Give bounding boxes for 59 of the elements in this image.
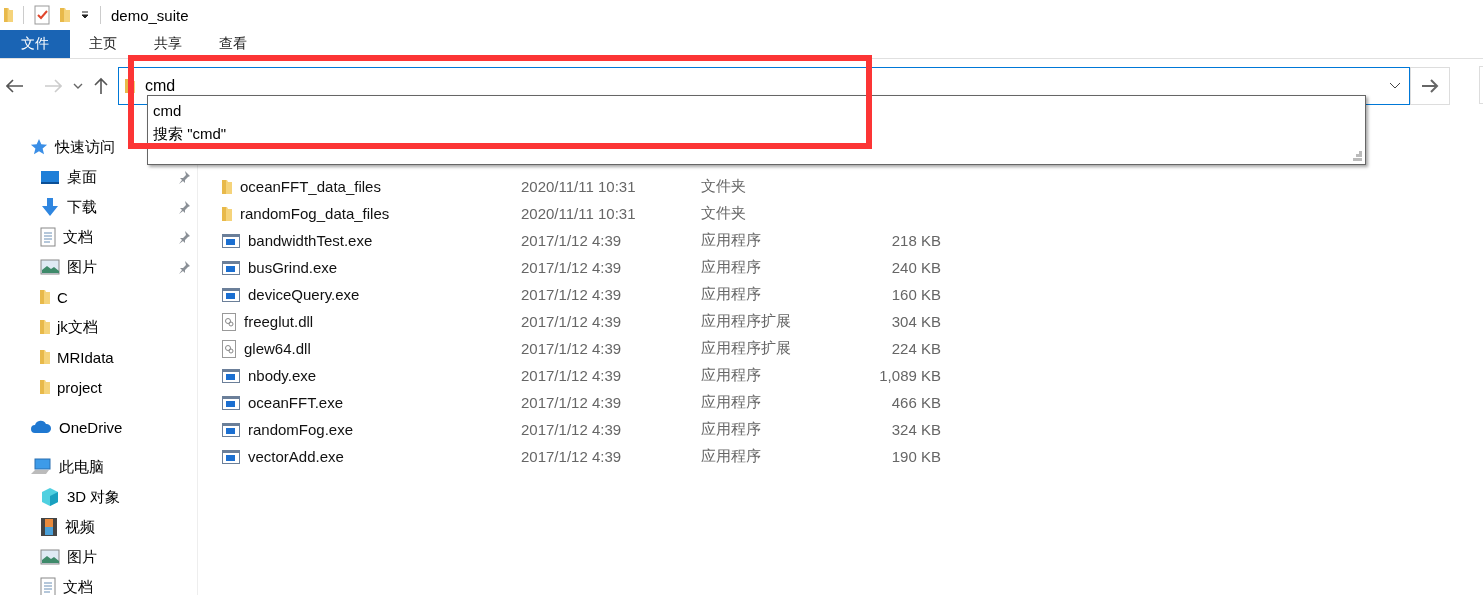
- file-name: glew64.dll: [244, 340, 311, 357]
- file-size: 224 KB: [890, 340, 941, 357]
- file-size: 218 KB: [890, 232, 941, 249]
- sidebar-label: 视频: [65, 517, 95, 537]
- sidebar-label: C: [57, 288, 68, 306]
- sidebar-label: 下载: [67, 197, 97, 217]
- file-name: randomFog_data_files: [240, 205, 390, 222]
- file-name: oceanFFT_data_files: [240, 178, 381, 195]
- file-size: 466 KB: [890, 394, 941, 411]
- file-date: 2020/11/11 10:31: [521, 178, 637, 195]
- file-name: freeglut.dll: [244, 313, 314, 330]
- sidebar-label: 文档: [63, 227, 93, 247]
- file-size: 304 KB: [890, 313, 941, 330]
- file-name: vectorAdd.exe: [248, 448, 344, 465]
- file-name: bandwidthTest.exe: [248, 232, 373, 249]
- sidebar-label: 3D 对象: [67, 487, 121, 507]
- file-type: 应用程序: [701, 258, 762, 277]
- file-name: randomFog.exe: [248, 421, 354, 438]
- file-name: oceanFFT.exe: [248, 394, 344, 411]
- file-size: 1,089 KB: [878, 367, 941, 384]
- file-date: 2017/1/12 4:39: [521, 259, 623, 276]
- file-size: 190 KB: [890, 448, 941, 465]
- sidebar-label: MRIdata: [57, 348, 114, 366]
- file-type: 应用程序: [701, 231, 762, 250]
- file-type: 应用程序: [701, 447, 762, 466]
- file-date: 2020/11/11 10:31: [521, 205, 637, 222]
- sidebar-label: 此电脑: [59, 457, 104, 477]
- sidebar-label: 图片: [67, 257, 97, 277]
- sidebar-label: 桌面: [67, 167, 97, 187]
- file-type: 应用程序: [701, 420, 762, 439]
- file-date: 2017/1/12 4:39: [521, 367, 623, 384]
- file-name: deviceQuery.exe: [248, 286, 360, 303]
- file-type: 文件夹: [701, 177, 747, 196]
- file-type: 应用程序: [701, 285, 762, 304]
- file-date: 2017/1/12 4:39: [521, 394, 623, 411]
- address-value: cmd: [145, 77, 177, 95]
- file-name: busGrind.exe: [248, 259, 338, 276]
- file-date: 2017/1/12 4:39: [521, 421, 623, 438]
- file-type: 文件夹: [701, 204, 747, 223]
- file-size: 160 KB: [890, 286, 941, 303]
- file-date: 2017/1/12 4:39: [521, 448, 623, 465]
- sidebar-label: 图片: [67, 547, 97, 567]
- file-date: 2017/1/12 4:39: [521, 232, 623, 249]
- file-date: 2017/1/12 4:39: [521, 313, 623, 330]
- sidebar-label: project: [57, 378, 103, 396]
- sidebar-label: OneDrive: [59, 418, 123, 436]
- file-date: 2017/1/12 4:39: [521, 286, 623, 303]
- file-size: 240 KB: [890, 259, 941, 276]
- sidebar-label: jk文档: [57, 317, 98, 337]
- window-title: demo_suite: [111, 6, 189, 24]
- file-size: 324 KB: [890, 421, 941, 438]
- file-type: 应用程序: [701, 366, 762, 385]
- sidebar-label: 文档: [63, 577, 93, 595]
- file-date: 2017/1/12 4:39: [521, 340, 623, 357]
- file-name: nbody.exe: [248, 367, 317, 384]
- file-type: 应用程序扩展: [701, 312, 792, 331]
- file-type: 应用程序扩展: [701, 339, 792, 358]
- file-type: 应用程序: [701, 393, 762, 412]
- sidebar-label: 快速访问: [55, 137, 115, 157]
